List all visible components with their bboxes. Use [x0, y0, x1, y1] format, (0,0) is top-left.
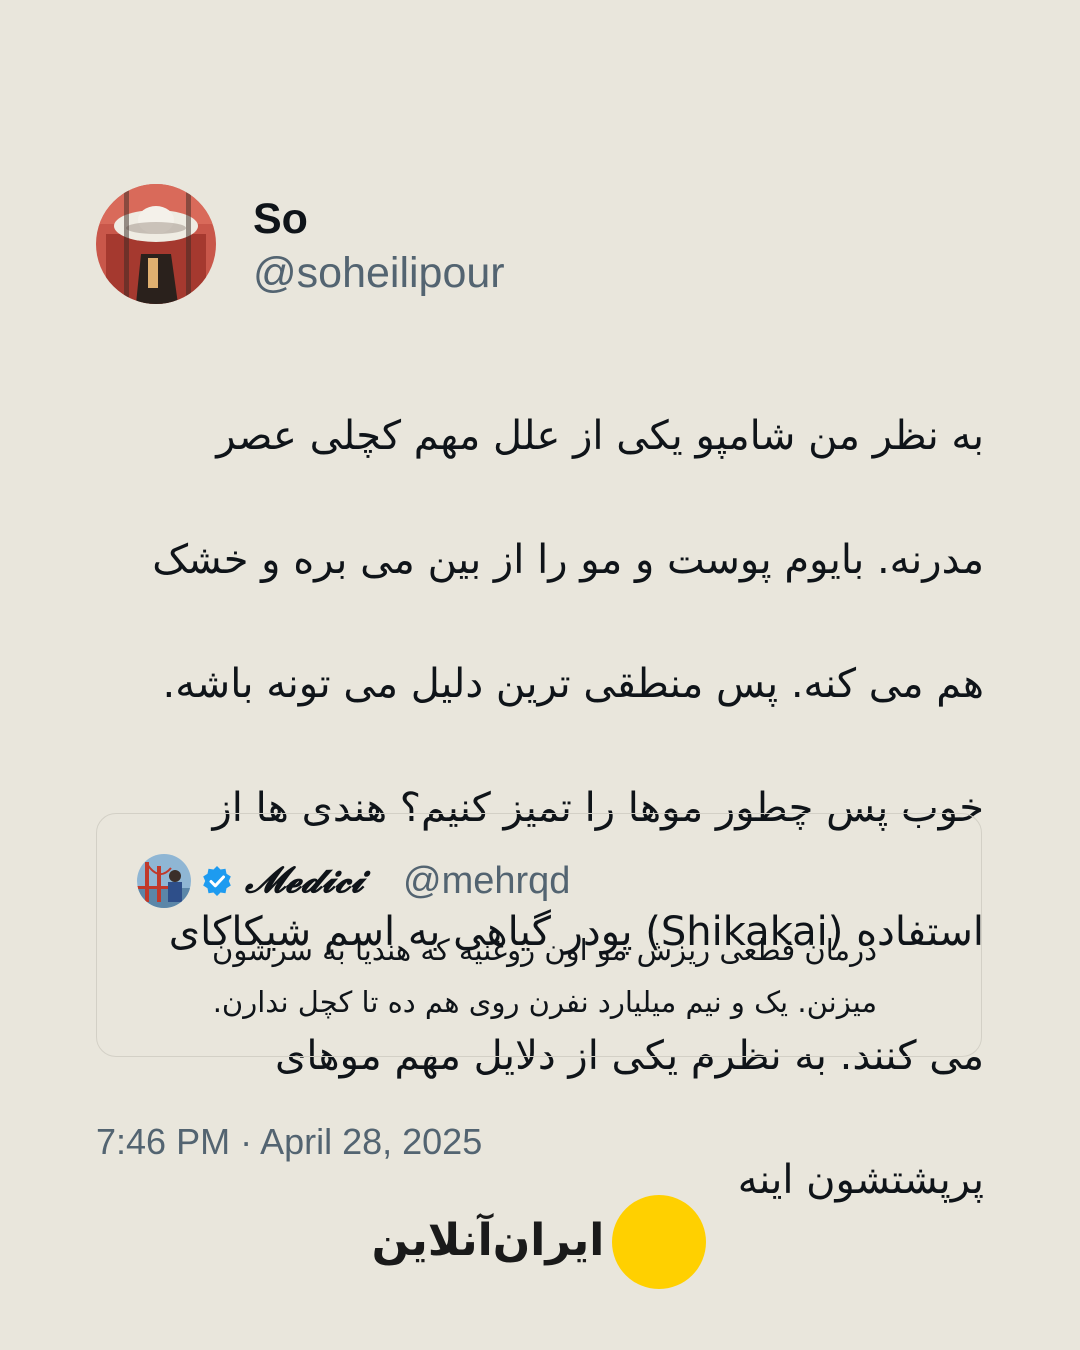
quoted-tweet-body: درمان قطعی ریزش مو اون روغنیه که هندیا ب…	[137, 924, 877, 1028]
quoted-author-avatar[interactable]	[137, 854, 191, 908]
golden-gate-avatar-icon	[137, 854, 191, 908]
author-handle[interactable]: @soheilipour	[253, 248, 505, 298]
tweet-timestamp[interactable]: 7:46 PM · April 28, 2025	[96, 1120, 482, 1164]
yellow-circle-logo-icon	[612, 1195, 706, 1289]
quoted-tweet-card[interactable]: 𝓜𝓮𝓭𝓲𝓬𝓲 @mehrqd درمان قطعی ریزش مو اون رو…	[96, 813, 982, 1057]
quoted-author-display-name[interactable]: 𝓜𝓮𝓭𝓲𝓬𝓲	[245, 854, 364, 906]
sombrero-avatar-icon	[96, 184, 216, 304]
tweet-text-line: به نظر من شامپو یکی از علل مهم کچلی عصر	[216, 413, 984, 459]
quoted-text-line: میزنن. یک و نیم میلیارد نفرن روی هم ده ت…	[212, 985, 877, 1019]
verified-badge-icon	[203, 866, 231, 896]
quoted-author-handle[interactable]: @mehrqd	[403, 856, 570, 906]
brand-logo: ایران‌آنلاین	[360, 1192, 720, 1292]
author-avatar[interactable]	[96, 184, 216, 304]
tweet-text-line: مدرنه. بایوم پوست و مو را از بین می بره …	[152, 537, 984, 583]
quoted-text-line: درمان قطعی ریزش مو اون روغنیه که هندیا ب…	[212, 933, 877, 967]
brand-wordmark: ایران‌آنلاین	[371, 1215, 607, 1266]
tweet-text-line: هم می کنه. پس منطقی ترین دلیل می تونه با…	[162, 661, 984, 707]
author-display-name[interactable]: So	[253, 194, 308, 244]
tweet-author: So @soheilipour	[96, 184, 796, 306]
